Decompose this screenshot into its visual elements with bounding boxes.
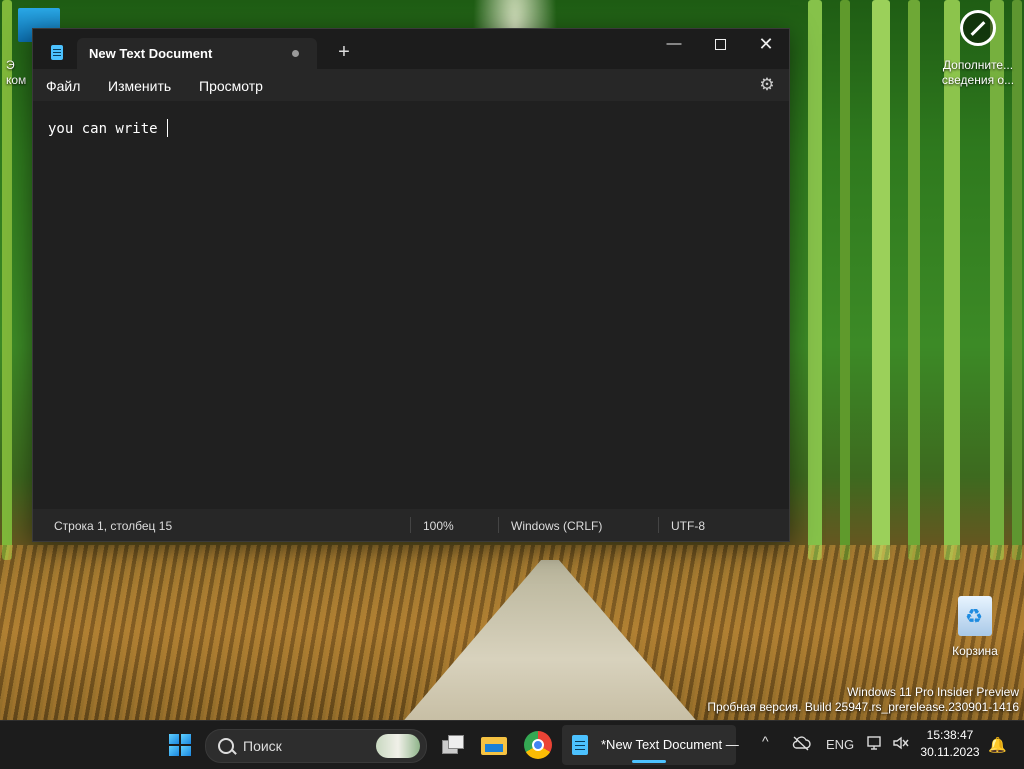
status-cursor-position: Строка 1, столбец 15 bbox=[54, 519, 173, 533]
editor-text: you can write bbox=[48, 121, 167, 137]
status-divider bbox=[658, 517, 659, 533]
watermark-line-2: Пробная версия. Build 25947.rs_prereleas… bbox=[707, 700, 1019, 714]
notepad-icon bbox=[572, 735, 588, 755]
gear-icon[interactable]: ⚙ bbox=[757, 75, 777, 95]
new-tab-button[interactable]: + bbox=[333, 39, 355, 65]
title-bar[interactable]: New Text Document + — ✕ bbox=[33, 29, 789, 69]
clock-date: 30.11.2023 bbox=[920, 745, 980, 759]
maximize-button[interactable] bbox=[697, 29, 743, 61]
close-button[interactable]: ✕ bbox=[743, 29, 789, 61]
task-view-icon[interactable] bbox=[438, 731, 466, 759]
recycle-bin-icon bbox=[958, 596, 992, 636]
network-icon[interactable] bbox=[866, 735, 884, 754]
notepad-icon bbox=[51, 45, 63, 60]
tab-new-text-document[interactable]: New Text Document bbox=[77, 38, 317, 69]
desktop-icon-label-line1: Дополните... bbox=[942, 58, 1014, 72]
chrome-icon[interactable] bbox=[524, 731, 552, 759]
taskbar-notepad-label: *New Text Document — bbox=[601, 737, 739, 752]
menu-edit[interactable]: Изменить bbox=[108, 78, 171, 94]
search-icon bbox=[218, 738, 234, 754]
clock-time: 15:38:47 bbox=[926, 728, 974, 742]
bell-icon[interactable]: 🔔 bbox=[988, 736, 1007, 754]
watermark-line-1: Windows 11 Pro Insider Preview bbox=[847, 685, 1019, 699]
active-indicator bbox=[632, 760, 666, 763]
editor-content[interactable]: you can write bbox=[48, 119, 169, 137]
taskbar-search-box[interactable]: Поиск bbox=[205, 729, 427, 763]
tab-title: New Text Document bbox=[89, 46, 213, 61]
status-divider bbox=[498, 517, 499, 533]
volume-muted-icon[interactable] bbox=[892, 735, 910, 754]
minimize-button[interactable]: — bbox=[651, 29, 697, 61]
menu-bar: Файл Изменить Просмотр ⚙ bbox=[33, 69, 789, 101]
text-caret bbox=[167, 119, 169, 137]
desktop-icon-label-line2: сведения о... bbox=[941, 73, 1015, 87]
status-bar: Строка 1, столбец 15 100% Windows (CRLF)… bbox=[33, 509, 789, 541]
maximize-icon bbox=[714, 38, 726, 50]
search-placeholder: Поиск bbox=[243, 738, 282, 754]
start-icon[interactable] bbox=[169, 734, 191, 756]
status-encoding[interactable]: UTF-8 bbox=[671, 519, 705, 533]
status-zoom[interactable]: 100% bbox=[423, 519, 454, 533]
notepad-window: New Text Document + — ✕ Файл Изменить Пр… bbox=[32, 28, 790, 542]
text-editor-area[interactable]: you can write bbox=[33, 101, 789, 509]
cloud-offline-icon[interactable] bbox=[791, 735, 811, 754]
windows-watermark: Windows 11 Pro Insider Preview Пробная в… bbox=[707, 685, 1019, 715]
desktop-icon-recycle-bin[interactable]: Корзина bbox=[948, 596, 1002, 658]
status-divider bbox=[410, 517, 411, 533]
desktop-icon-more-info[interactable]: Дополните... сведения о... bbox=[936, 10, 1020, 88]
status-line-endings[interactable]: Windows (CRLF) bbox=[511, 519, 602, 533]
file-explorer-icon[interactable] bbox=[480, 731, 508, 759]
menu-file[interactable]: Файл bbox=[46, 78, 80, 94]
taskbar: Поиск *New Text Document — ^ ENG 15:38:4… bbox=[0, 720, 1024, 769]
chevron-up-icon[interactable]: ^ bbox=[762, 733, 769, 749]
menu-view[interactable]: Просмотр bbox=[199, 78, 263, 94]
unsaved-indicator-icon[interactable] bbox=[292, 50, 299, 57]
system-clock[interactable]: 15:38:47 30.11.2023 bbox=[918, 727, 982, 761]
info-icon bbox=[960, 10, 996, 46]
language-indicator[interactable]: ENG bbox=[826, 737, 854, 752]
search-highlight-image[interactable] bbox=[376, 734, 420, 758]
taskbar-notepad-button[interactable]: *New Text Document — bbox=[562, 725, 739, 765]
desktop-icon-label: Корзина bbox=[952, 644, 998, 658]
